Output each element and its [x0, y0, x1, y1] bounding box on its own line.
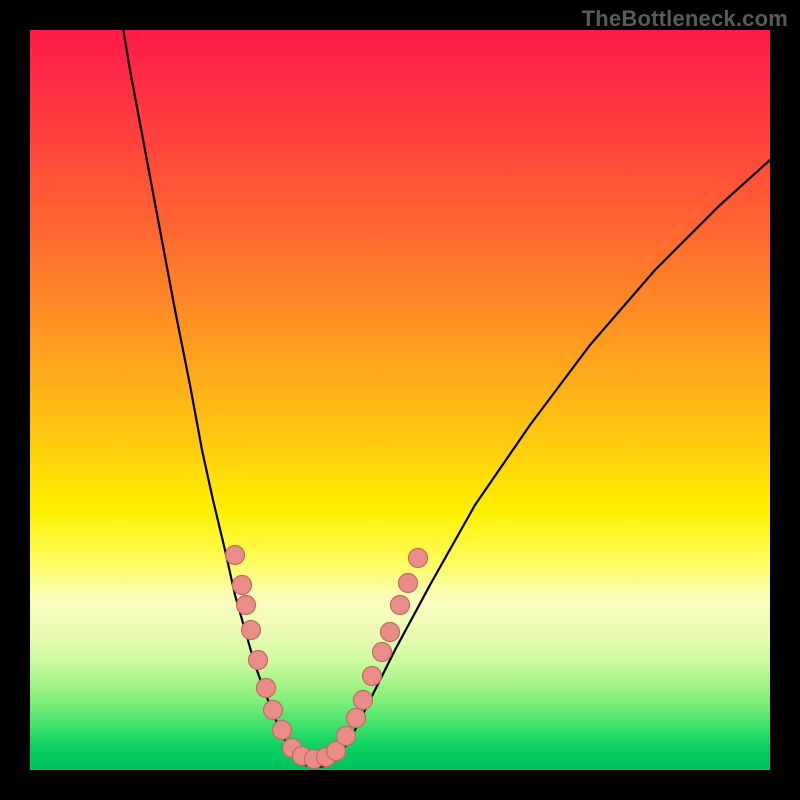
scatter-dots	[226, 546, 428, 769]
curve-svg	[30, 30, 770, 770]
chart-frame: TheBottleneck.com	[0, 0, 800, 800]
plot-area	[30, 30, 770, 770]
bottleneck-curve	[120, 10, 770, 767]
watermark-text: TheBottleneck.com	[582, 6, 788, 32]
